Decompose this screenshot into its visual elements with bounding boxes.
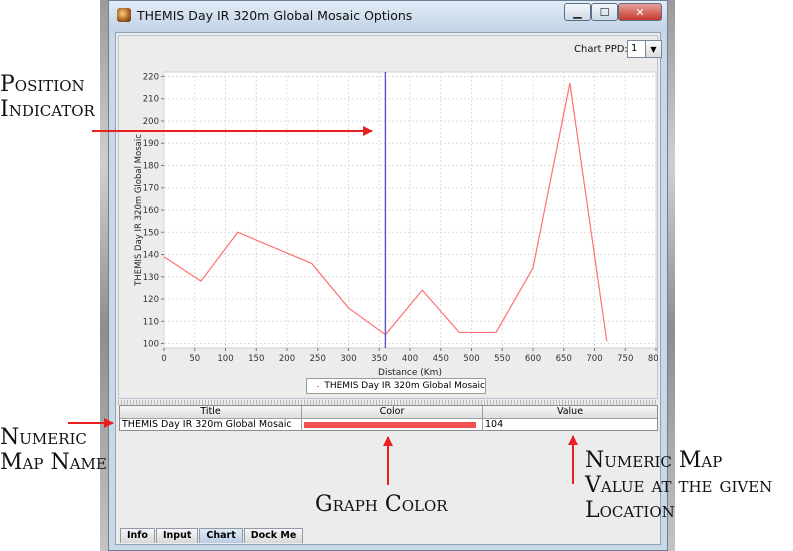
x-tick-label: 350 bbox=[371, 354, 387, 364]
chart-panel: Chart PPD: 1 ▼ 0 50 100 150 200 250 300 350 400 4… bbox=[118, 35, 662, 399]
close-button[interactable]: ✕ bbox=[618, 3, 662, 21]
column-header-title[interactable]: Title bbox=[120, 406, 302, 418]
chart-legend: THEMIS Day IR 320m Global Mosaic bbox=[306, 378, 486, 394]
annotation-graph-color: Graph Color bbox=[315, 492, 448, 517]
annotation-numeric-map-name: Numeric Map Name bbox=[0, 425, 107, 475]
y-tick-label: 200 bbox=[143, 117, 159, 127]
x-tick-label: 600 bbox=[525, 354, 541, 364]
tab-dock-me[interactable]: Dock Me bbox=[243, 528, 304, 543]
x-tick-label: 800 bbox=[648, 354, 659, 364]
y-tick-label: 180 bbox=[143, 161, 159, 171]
x-tick-label: 550 bbox=[494, 354, 510, 364]
column-header-color[interactable]: Color bbox=[302, 406, 483, 418]
y-tick-label: 100 bbox=[143, 340, 159, 350]
table-row[interactable]: THEMIS Day IR 320m Global Mosaic 104 bbox=[120, 419, 657, 431]
x-tick-label: 750 bbox=[617, 354, 633, 364]
tab-chart[interactable]: Chart bbox=[199, 528, 243, 543]
table-header: Title Color Value bbox=[120, 406, 657, 419]
annotation-line: Location bbox=[585, 498, 675, 523]
annotation-position-indicator: Position Indicator bbox=[0, 72, 95, 122]
y-tick-label: 140 bbox=[143, 251, 159, 261]
window-title: THEMIS Day IR 320m Global Mosaic Options bbox=[137, 8, 413, 23]
annotation-line: Numeric bbox=[0, 425, 87, 450]
maximize-button[interactable]: ☐ bbox=[591, 3, 618, 21]
x-tick-label: 700 bbox=[586, 354, 602, 364]
app-icon bbox=[117, 8, 131, 22]
tab-info[interactable]: Info bbox=[120, 528, 155, 543]
legend-label: THEMIS Day IR 320m Global Mosaic bbox=[324, 381, 485, 391]
options-window: THEMIS Day IR 320m Global Mosaic Options… bbox=[108, 0, 668, 551]
x-tick-label: 100 bbox=[217, 354, 233, 364]
annotation-line: Numeric Map bbox=[585, 448, 723, 473]
title-bar[interactable]: THEMIS Day IR 320m Global Mosaic Options… bbox=[109, 1, 667, 31]
graph-color-swatch[interactable] bbox=[304, 422, 476, 428]
x-tick-label: 50 bbox=[189, 354, 200, 364]
cell-value: 104 bbox=[485, 419, 504, 430]
x-tick-label: 450 bbox=[433, 354, 449, 364]
y-tick-label: 130 bbox=[143, 273, 159, 283]
y-tick-label: 160 bbox=[143, 206, 159, 216]
x-tick-label: 650 bbox=[556, 354, 572, 364]
x-tick-label: 250 bbox=[310, 354, 326, 364]
numeric-table: Title Color Value THEMIS Day IR 320m Glo… bbox=[119, 405, 658, 431]
annotation-line: Indicator bbox=[0, 97, 95, 122]
x-tick-label: 400 bbox=[402, 354, 418, 364]
line-chart[interactable]: 0 50 100 150 200 250 300 350 400 450 500 550 600 650 7… bbox=[119, 36, 659, 376]
y-axis-label: THEMIS Day IR 320m Global Mosaic bbox=[134, 134, 144, 287]
x-tick-label: 150 bbox=[248, 354, 264, 364]
annotation-line: Map Name bbox=[0, 450, 107, 475]
y-tick-label: 190 bbox=[143, 139, 159, 149]
x-tick-label: 0 bbox=[161, 354, 166, 364]
y-tick-label: 120 bbox=[143, 295, 159, 305]
y-tick-label: 150 bbox=[143, 228, 159, 238]
x-tick-label: 300 bbox=[340, 354, 356, 364]
content-area: Chart PPD: 1 ▼ 0 50 100 150 200 250 300 350 400 4… bbox=[115, 32, 662, 545]
y-tick-label: 110 bbox=[143, 317, 159, 327]
annotation-line: Position bbox=[0, 72, 85, 97]
x-axis-label: Distance (Km) bbox=[378, 368, 442, 376]
cell-color[interactable] bbox=[302, 419, 483, 431]
cell-title: THEMIS Day IR 320m Global Mosaic bbox=[120, 419, 302, 431]
x-tick-label: 200 bbox=[279, 354, 295, 364]
legend-swatch bbox=[317, 385, 320, 387]
y-tick-label: 210 bbox=[143, 95, 159, 105]
column-header-value[interactable]: Value bbox=[483, 406, 657, 418]
tab-bar: Info Input Chart Dock Me bbox=[120, 528, 304, 543]
tab-input[interactable]: Input bbox=[155, 528, 199, 543]
annotation-numeric-map-value: Numeric Map Value at the given Location bbox=[585, 448, 772, 523]
y-tick-label: 220 bbox=[143, 72, 159, 82]
minimize-button[interactable]: ▁ bbox=[564, 3, 591, 21]
y-tick-label: 170 bbox=[143, 184, 159, 194]
x-tick-label: 500 bbox=[463, 354, 479, 364]
annotation-line: Value at the given bbox=[585, 473, 773, 498]
